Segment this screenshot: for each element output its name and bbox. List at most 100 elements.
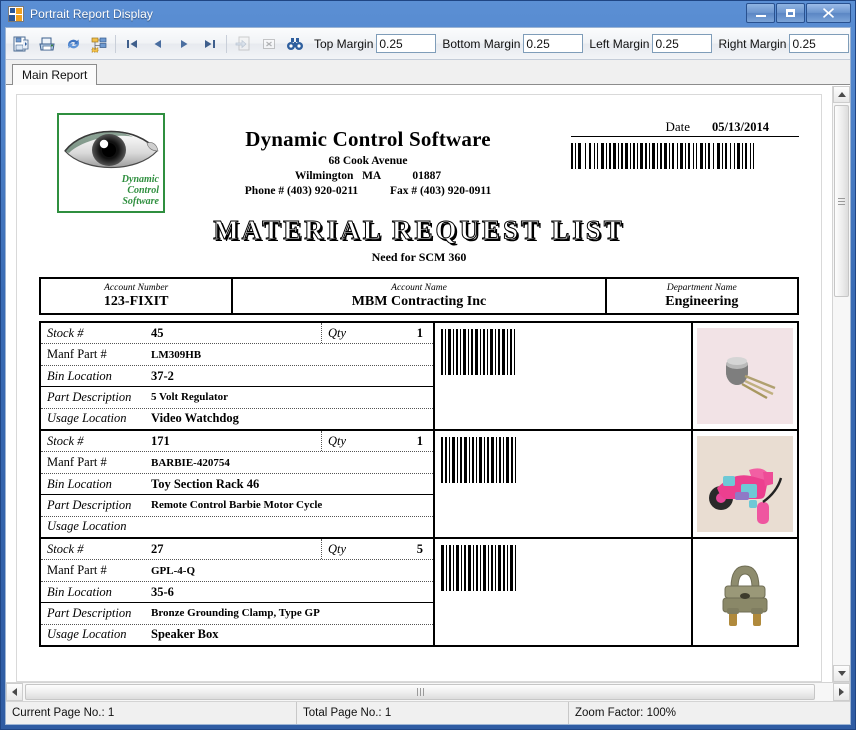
company-fax: Fax # (403) 920-0911 [390,185,491,197]
search-binoculars-icon[interactable] [282,31,308,56]
qty-label: Qty [328,542,417,557]
bin-location-label: Bin Location [47,369,151,384]
chevron-down-icon [838,671,846,676]
right-margin-input[interactable] [789,34,849,53]
stock-qty-row: Stock # 171 Qty 1 [41,431,433,452]
scroll-up-button[interactable] [833,86,850,103]
item-photo-cell [691,323,797,429]
item-barcode-cell [433,431,691,537]
manf-part-field: Manf Part # GPL-4-Q [41,560,433,581]
item-barcode-icon [441,437,561,483]
export-report-icon[interactable] [8,31,34,56]
stock-label: Stock # [47,542,151,557]
top-margin-label: Top Margin [314,37,373,51]
tab-main-report[interactable]: Main Report [12,64,97,85]
usage-location-field: Usage Location Video Watchdog [41,409,433,429]
bin-location-field: Bin Location 37-2 [41,366,433,387]
print-report-icon[interactable] [34,31,60,56]
close-icon [823,8,834,18]
chevron-left-icon [12,688,17,696]
grounding-clamp-photo [697,544,793,640]
usage-location-value: Speaker Box [151,627,219,642]
toggle-group-tree-icon[interactable] [86,31,112,56]
vertical-scroll-track[interactable] [833,103,850,665]
bottom-margin-input[interactable] [523,34,583,53]
table-row: Stock # 27 Qty 5 [41,537,797,645]
vertical-scrollbar[interactable] [832,86,850,682]
left-margin-group: Left Margin [589,34,712,53]
scroll-down-button[interactable] [833,665,850,682]
left-margin-input[interactable] [652,34,712,53]
item-barcode-cell [433,323,691,429]
logo-text: Dynamic Control Software [59,174,159,207]
bin-location-label: Bin Location [47,585,151,600]
scroll-right-button[interactable] [833,683,850,701]
report-page: Dynamic Control Software Dynamic Control… [16,94,822,682]
account-number-cell: Account Number 123-FIXIT [41,279,233,313]
top-margin-input[interactable] [376,34,436,53]
account-header-table: Account Number 123-FIXIT Account Name MB… [39,277,799,315]
report-tab-strip: Main Report [6,60,850,85]
toolbar-separator [226,35,227,53]
stock-label: Stock # [47,326,151,341]
horizontal-scrollbar[interactable] [6,682,850,701]
company-block: Dynamic Control Software 68 Cook Avenue … [165,127,571,197]
manf-part-label: Manf Part # [47,347,151,362]
company-zip: 01887 [412,170,441,182]
bottom-margin-group: Bottom Margin [442,34,583,53]
stock-value: 27 [151,542,164,557]
qty-label: Qty [328,434,417,449]
table-row: Stock # 45 Qty 1 [41,321,797,429]
toolbar-separator [115,35,116,53]
department-name-label: Department Name [667,283,737,294]
item-fields: Stock # 45 Qty 1 [41,323,433,429]
bin-location-field: Bin Location Toy Section Rack 46 [41,474,433,495]
window-title: Portrait Report Display [30,7,153,21]
bin-location-value: 37-2 [151,369,174,384]
minimize-button[interactable] [746,3,775,23]
toy-motorcycle-photo [697,436,793,532]
qty-value: 1 [417,434,433,449]
item-photo-cell [691,431,797,537]
minimize-icon [756,15,766,17]
maximize-icon [786,9,795,17]
qty-value: 5 [417,542,433,557]
department-name-value: Engineering [665,294,738,309]
account-name-value: MBM Contracting Inc [352,294,487,309]
horizontal-scroll-thumb[interactable] [25,684,815,700]
stock-field: Stock # 45 [41,323,321,343]
manf-part-field: Manf Part # LM309HB [41,344,433,365]
company-phone: Phone # (403) 920-0211 [245,185,358,197]
company-logo: Dynamic Control Software [57,113,165,213]
manf-part-value: LM309HB [151,349,201,361]
scroll-left-button[interactable] [6,683,23,701]
grip-icon [838,198,845,205]
bottom-margin-label: Bottom Margin [442,37,520,51]
go-to-next-page-icon[interactable] [171,31,197,56]
maximize-button[interactable] [776,3,805,23]
drill-down-icon [230,31,256,56]
status-zoom-factor: Zoom Factor: 100% [568,702,850,724]
part-description-value: 5 Volt Regulator [151,391,228,403]
go-to-previous-page-icon[interactable] [145,31,171,56]
status-total-page: Total Page No.: 1 [296,702,568,724]
horizontal-scroll-track[interactable] [23,683,833,701]
stock-value: 171 [151,434,170,449]
item-fields: Stock # 171 Qty 1 [41,431,433,537]
window-controls [746,3,851,23]
item-barcode-icon [441,329,561,375]
go-to-last-page-icon[interactable] [197,31,223,56]
close-button[interactable] [806,3,851,23]
bin-location-label: Bin Location [47,477,151,492]
company-city-state-zip: Wilmington MA 01887 [165,170,571,182]
grip-icon [417,688,424,696]
go-to-first-page-icon[interactable] [119,31,145,56]
account-name-cell: Account Name MBM Contracting Inc [233,279,606,313]
refresh-icon[interactable] [60,31,86,56]
qty-field: Qty 1 [321,431,433,451]
chevron-up-icon [838,92,846,97]
qty-label: Qty [328,326,417,341]
vertical-scroll-thumb[interactable] [834,105,849,297]
right-margin-group: Right Margin [718,34,849,53]
bin-location-field: Bin Location 35-6 [41,582,433,603]
